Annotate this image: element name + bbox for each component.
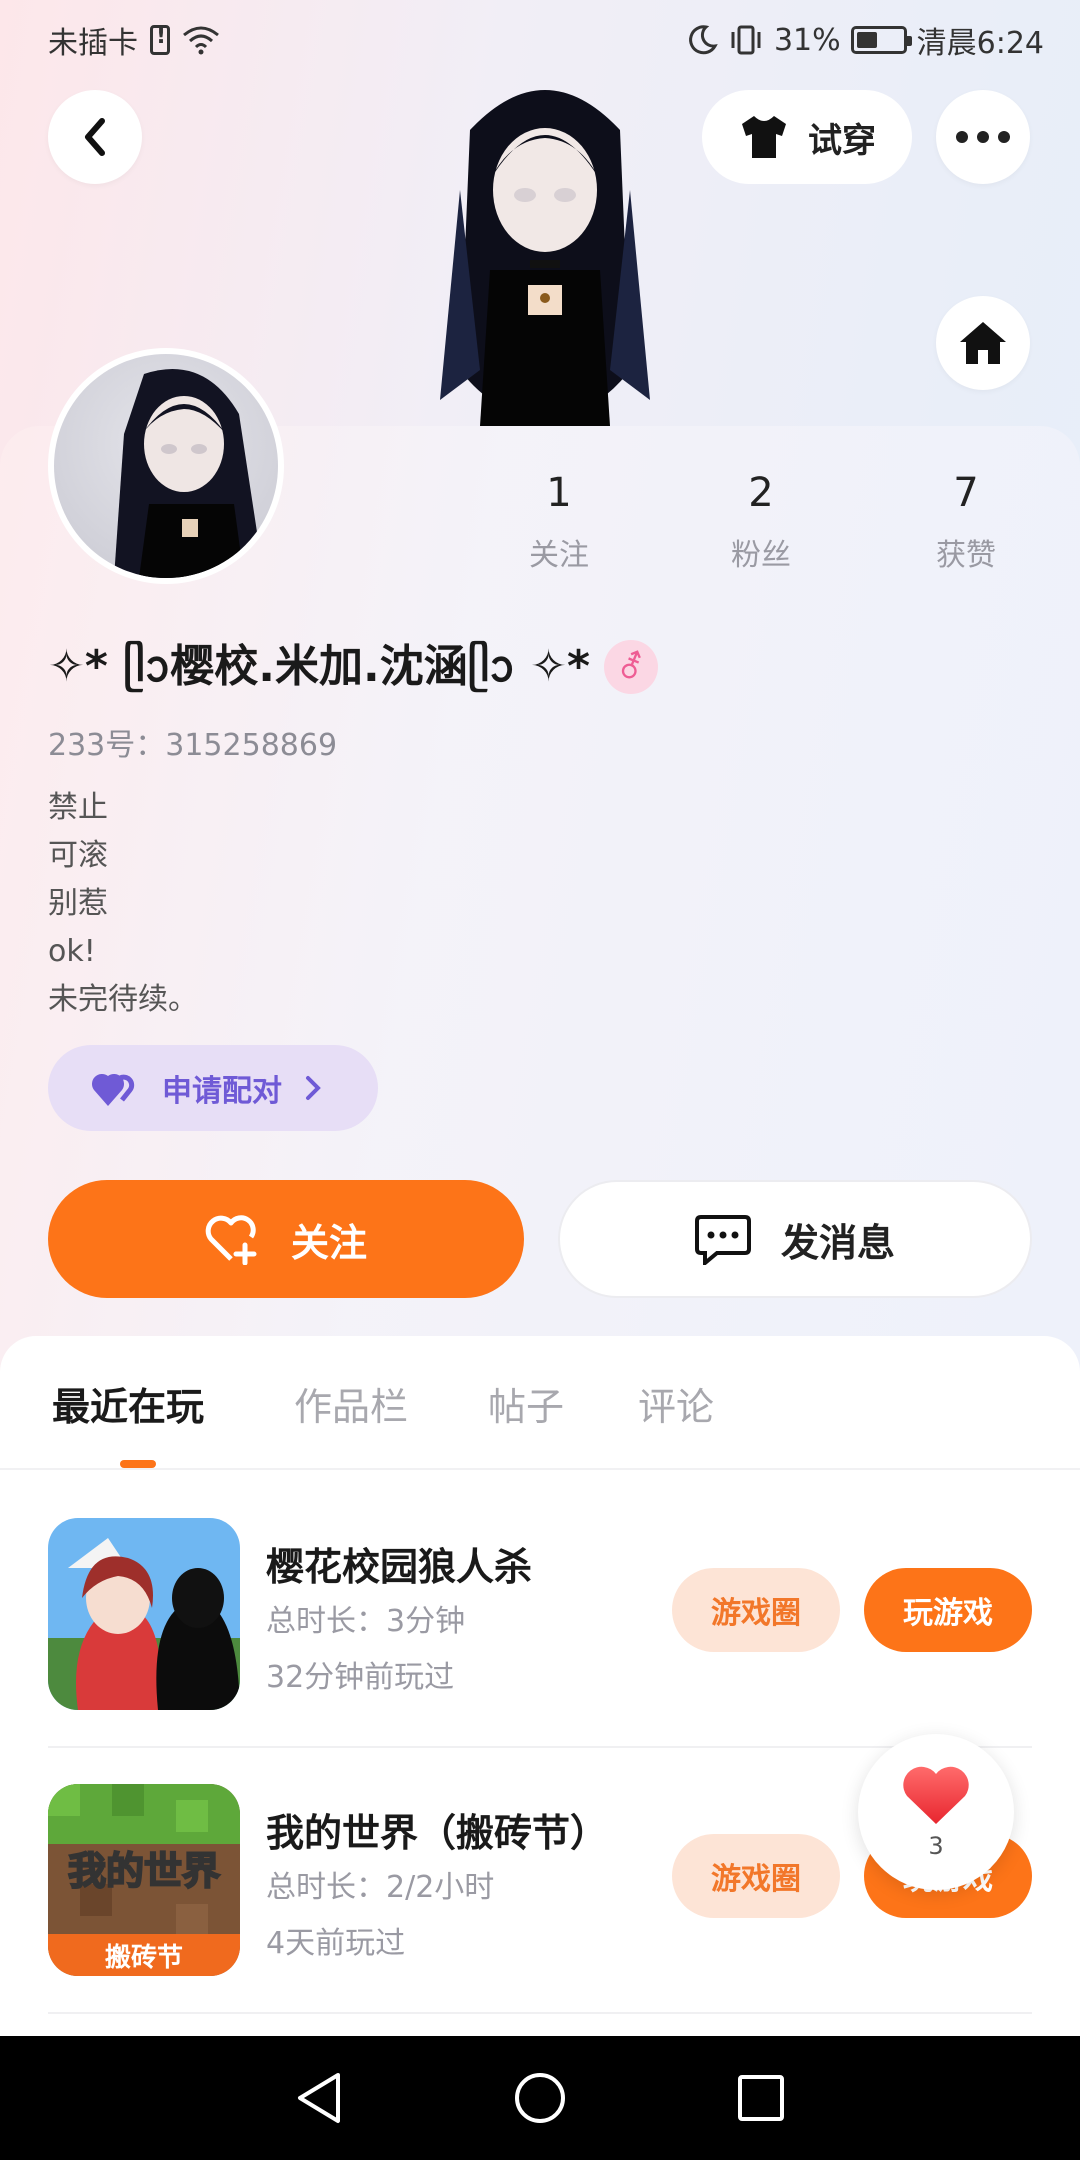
profile-name-row: ✧* ᥫᩣ樱校.米加.沈涵ᥫᩣ ✧* ⚦ bbox=[48, 630, 658, 704]
more-button[interactable] bbox=[936, 90, 1030, 184]
stat-likes[interactable]: 7 获赞 bbox=[886, 470, 1046, 574]
tab-works[interactable]: 作品栏 bbox=[294, 1376, 408, 1431]
active-tab-indicator bbox=[120, 1460, 156, 1468]
game-duration: 总时长：2/2小时 bbox=[266, 1870, 495, 1905]
stat-fans[interactable]: 2 粉丝 bbox=[681, 470, 841, 574]
follow-label: 关注 bbox=[290, 1220, 367, 1265]
wifi-icon bbox=[183, 26, 219, 55]
list-item[interactable]: 樱花校园狼人杀 总时长：3分钟 32分钟前玩过 游戏圈 玩游戏 bbox=[48, 1482, 1032, 1748]
nav-back-icon[interactable] bbox=[294, 2071, 344, 2125]
heart-plus-icon bbox=[205, 1215, 257, 1265]
bio-line: 可滚 bbox=[48, 838, 108, 873]
stat-value: 1 bbox=[546, 470, 572, 516]
profile-name: ✧* ᥫᩣ樱校.米加.沈涵ᥫᩣ ✧* bbox=[48, 641, 590, 692]
tab-recently-played[interactable]: 最近在玩 bbox=[52, 1376, 204, 1431]
female-gender-icon: ⚦ bbox=[603, 640, 658, 694]
try-on-label: 试穿 bbox=[808, 120, 876, 161]
sim-alert-icon bbox=[150, 24, 170, 55]
message-label: 发消息 bbox=[780, 1220, 895, 1265]
vibrate-icon bbox=[731, 25, 761, 55]
moon-icon bbox=[689, 25, 718, 55]
bio-line: 未完待续。 bbox=[48, 982, 198, 1017]
chevron-right-icon bbox=[306, 1076, 321, 1100]
avatar-figure bbox=[430, 70, 660, 426]
svg-text:我的世界: 我的世界 bbox=[68, 1849, 220, 1893]
bio-line: ok! bbox=[48, 934, 96, 969]
stat-label: 粉丝 bbox=[731, 538, 791, 573]
game-icon-minecraft: 我的世界 搬砖节 bbox=[48, 1784, 240, 1976]
follow-button[interactable]: 关注 bbox=[48, 1180, 524, 1298]
home-icon bbox=[960, 322, 1006, 364]
system-nav-bar bbox=[0, 2036, 1080, 2160]
game-title: 樱花校园狼人杀 bbox=[266, 1545, 533, 1589]
heart-icon bbox=[903, 1766, 969, 1824]
stat-value: 2 bbox=[748, 470, 774, 516]
game-last-played: 4天前玩过 bbox=[266, 1926, 406, 1961]
pair-label: 申请配对 bbox=[162, 1074, 282, 1109]
try-on-button[interactable]: 试穿 bbox=[702, 90, 912, 184]
shirt-icon bbox=[742, 116, 786, 158]
game-icon-sakura bbox=[48, 1518, 240, 1710]
user-id: 233号：315258869 bbox=[48, 728, 338, 763]
like-count: 3 bbox=[928, 1832, 944, 1860]
battery-percent: 31% bbox=[773, 22, 841, 58]
battery-icon bbox=[850, 26, 912, 54]
status-bar: 未插卡 31% 清晨6:24 bbox=[0, 0, 1080, 72]
stat-label: 获赞 bbox=[936, 538, 996, 573]
bio-line: 禁止 bbox=[48, 790, 108, 825]
floating-like-button[interactable]: 3 bbox=[858, 1734, 1014, 1890]
game-last-played: 32分钟前玩过 bbox=[266, 1660, 455, 1695]
bio-line: 别惹 bbox=[48, 886, 108, 921]
pair-request-button[interactable]: 申请配对 bbox=[48, 1045, 378, 1131]
avatar[interactable] bbox=[48, 348, 284, 584]
chat-icon bbox=[694, 1215, 751, 1265]
clock: 清晨6:24 bbox=[916, 26, 1044, 61]
tab-comments[interactable]: 评论 bbox=[638, 1376, 714, 1431]
stat-label: 关注 bbox=[529, 538, 589, 573]
play-game-button[interactable]: 玩游戏 bbox=[864, 1568, 1032, 1652]
game-circle-button[interactable]: 游戏圈 bbox=[672, 1834, 840, 1918]
svg-text:搬砖节: 搬砖节 bbox=[105, 1942, 183, 1973]
more-dots-icon bbox=[956, 131, 1010, 143]
stat-value: 7 bbox=[953, 470, 979, 516]
game-duration: 总时长：3分钟 bbox=[266, 1604, 466, 1639]
tab-posts[interactable]: 帖子 bbox=[488, 1376, 564, 1431]
back-button[interactable] bbox=[48, 90, 142, 184]
chevron-left-icon bbox=[85, 118, 105, 156]
nav-home-icon[interactable] bbox=[513, 2071, 567, 2125]
hearts-icon bbox=[92, 1074, 135, 1106]
home-button[interactable] bbox=[936, 296, 1030, 390]
bio: 禁止 可滚 别惹 ok! 未完待续。 bbox=[48, 784, 198, 1024]
nav-recents-icon[interactable] bbox=[736, 2073, 786, 2123]
game-title: 我的世界（搬砖节） bbox=[266, 1811, 609, 1855]
message-button[interactable]: 发消息 bbox=[558, 1180, 1032, 1298]
game-circle-button[interactable]: 游戏圈 bbox=[672, 1568, 840, 1652]
carrier-label: 未插卡 bbox=[48, 26, 138, 61]
stat-following[interactable]: 1 关注 bbox=[479, 470, 639, 574]
